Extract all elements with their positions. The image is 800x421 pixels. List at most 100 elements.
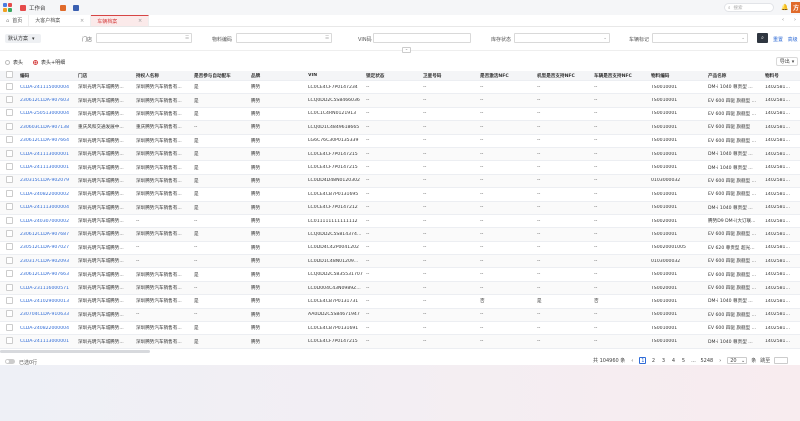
table-row[interactable]: 230612CLDA-907603 深圳光明汽车城腾势... 深圳腾势汽车销售有..… bbox=[0, 94, 800, 108]
record-code-link[interactable]: 230704CLDA-910633 bbox=[18, 312, 76, 317]
app-shortcut-1[interactable] bbox=[59, 4, 69, 11]
table-row[interactable]: 230704CLDA-910633 深圳光明汽车城腾势... -- -- 腾势 AA0DD… bbox=[0, 308, 800, 323]
table-row[interactable]: CLDA-241115000004 深圳光明汽车城腾势... 深圳腾势汽车销售有..… bbox=[0, 81, 800, 95]
row-checkbox[interactable] bbox=[6, 283, 13, 291]
page-5[interactable]: 5 bbox=[680, 357, 686, 364]
column-header[interactable]: VIN bbox=[306, 73, 364, 78]
scheme-select[interactable]: 默认方案 ▾ bbox=[5, 34, 41, 43]
table-row[interactable]: CLDA-241113000001 深圳光明汽车城腾势... 深圳腾势汽车销售有..… bbox=[0, 161, 800, 175]
record-code-link[interactable]: CLDA-240307000002 bbox=[18, 219, 76, 224]
row-checkbox[interactable] bbox=[6, 189, 13, 197]
avatar[interactable]: 方 bbox=[791, 2, 800, 13]
select-all-toggle[interactable] bbox=[5, 359, 15, 364]
select-all-checkbox[interactable] bbox=[6, 71, 13, 78]
page-ellipsis[interactable]: ... bbox=[690, 357, 696, 364]
search-button[interactable]: ⌕ bbox=[757, 33, 768, 43]
column-header[interactable]: 是否激活NFC bbox=[478, 73, 535, 79]
record-code-link[interactable]: CLDA-241115000004 bbox=[18, 85, 76, 90]
material-code-input[interactable]: ☰ bbox=[236, 33, 332, 43]
page-last[interactable]: 5248 bbox=[700, 357, 713, 364]
record-code-link[interactable]: CLDA-241029000013 bbox=[18, 299, 76, 304]
prev-page-icon[interactable]: ‹ bbox=[629, 357, 635, 364]
workbench-tab[interactable]: 工作台 bbox=[20, 4, 46, 12]
row-checkbox[interactable] bbox=[6, 310, 13, 318]
row-checkbox[interactable] bbox=[6, 256, 13, 264]
record-code-link[interactable]: 230603CLDA-907138 bbox=[18, 125, 76, 130]
bell-icon[interactable]: 🔔 bbox=[781, 4, 788, 11]
record-code-link[interactable]: CLDA-240822000002 bbox=[18, 192, 76, 197]
table-row[interactable]: CLDA-241029000013 深圳光明汽车城腾势... 深圳腾势汽车销售有..… bbox=[0, 295, 800, 309]
close-icon[interactable]: × bbox=[138, 18, 142, 24]
table-row[interactable]: CLDA-240822000004 深圳光明汽车城腾势... 深圳腾势汽车销售有..… bbox=[0, 322, 800, 336]
record-code-link[interactable]: 230612CLDA-907687 bbox=[18, 232, 76, 237]
row-checkbox[interactable] bbox=[6, 96, 13, 104]
stock-status-select[interactable]: ⌄ bbox=[514, 33, 610, 43]
record-code-link[interactable]: CLDA-241113000001 bbox=[18, 339, 76, 344]
column-header[interactable]: 物料号 bbox=[763, 73, 791, 79]
column-header[interactable]: 门店 bbox=[76, 73, 134, 79]
table-row[interactable]: 230512CLDA-907027 深圳光明汽车城腾势... -- -- 腾势 LC0DD… bbox=[0, 242, 800, 256]
global-search-input[interactable]: ⌕ 搜索 bbox=[724, 3, 774, 12]
row-checkbox[interactable] bbox=[6, 296, 13, 304]
record-code-link[interactable]: CLDA-250513000004 bbox=[18, 111, 76, 116]
column-header[interactable]: 卫星号码 bbox=[421, 73, 478, 79]
column-header[interactable]: 品牌 bbox=[249, 73, 306, 79]
record-code-link[interactable]: CLDA-240822000004 bbox=[18, 326, 76, 331]
table-row[interactable]: 230612CLDA-907663 深圳光明汽车城腾势... 深圳腾势汽车销售有..… bbox=[0, 268, 800, 282]
row-checkbox[interactable] bbox=[6, 176, 13, 184]
page-1[interactable]: 1 bbox=[639, 357, 647, 364]
page-2[interactable]: 2 bbox=[650, 357, 656, 364]
chevron-right-icon[interactable]: › bbox=[794, 17, 796, 23]
tab-vehicle-archive[interactable]: 车辆档案 × bbox=[91, 15, 150, 26]
table-row[interactable]: 230317CLDA-902093 深圳光明汽车城腾势... -- -- 腾势 LC0DD… bbox=[0, 255, 800, 269]
row-checkbox[interactable] bbox=[6, 122, 13, 130]
reset-button[interactable]: 重置 bbox=[773, 37, 783, 43]
table-row[interactable]: CLDA-241113000001 深圳光明汽车城腾势... 深圳腾势汽车销售有..… bbox=[0, 147, 800, 162]
row-checkbox[interactable] bbox=[6, 149, 13, 157]
row-checkbox[interactable] bbox=[6, 323, 13, 331]
record-code-link[interactable]: CLDA-241113000001 bbox=[18, 152, 76, 157]
record-code-link[interactable]: CLDA-231116000571 bbox=[18, 286, 76, 291]
table-row[interactable]: CLDA-241113000001 深圳光明汽车城腾势... 深圳腾势汽车销售有..… bbox=[0, 335, 800, 349]
tab-key-account[interactable]: 大客户档案 × bbox=[29, 15, 92, 26]
app-grid-icon[interactable] bbox=[3, 3, 12, 12]
record-code-link[interactable]: CLDA-241113000001 bbox=[18, 165, 76, 170]
header-radio[interactable]: 表头 bbox=[5, 59, 23, 66]
row-checkbox[interactable] bbox=[6, 270, 13, 278]
horizontal-scrollbar[interactable] bbox=[0, 350, 150, 353]
record-code-link[interactable]: 230317CLDA-902093 bbox=[18, 259, 76, 264]
row-checkbox[interactable] bbox=[6, 82, 13, 90]
next-page-icon[interactable]: › bbox=[717, 357, 723, 364]
app-shortcut-2[interactable] bbox=[72, 4, 82, 11]
table-row[interactable]: CLDA-240307000002 深圳光明汽车城腾势... -- -- 腾势 LC011… bbox=[0, 215, 800, 229]
table-row[interactable]: 230612CLDA-907664 深圳光明汽车城腾势... 深圳腾势汽车销售有..… bbox=[0, 135, 800, 148]
row-checkbox[interactable] bbox=[6, 243, 13, 251]
column-header[interactable]: 锁定状态 bbox=[364, 73, 421, 79]
jump-page-input[interactable] bbox=[774, 357, 789, 364]
page-4[interactable]: 4 bbox=[670, 357, 676, 364]
header-detail-radio[interactable]: 表头+明细 bbox=[33, 59, 65, 66]
tab-home[interactable]: ⌂ 首页 bbox=[0, 15, 30, 26]
column-header[interactable]: 持权人名称 bbox=[134, 73, 192, 79]
chevron-left-icon[interactable]: ‹ bbox=[782, 17, 784, 23]
page-3[interactable]: 3 bbox=[660, 357, 666, 364]
record-code-link[interactable]: 230612CLDA-907603 bbox=[18, 98, 76, 103]
export-button[interactable]: 导出 ▾ bbox=[776, 57, 798, 66]
record-code-link[interactable]: 230512CLDA-907027 bbox=[18, 245, 76, 250]
vehicle-tag-select[interactable]: ⌄ bbox=[652, 33, 748, 43]
row-checkbox[interactable] bbox=[6, 203, 13, 211]
table-row[interactable]: 230603CLDA-907138 重庆风和交通发展中... 重庆腾势汽车销售有..… bbox=[0, 121, 800, 135]
close-icon[interactable]: × bbox=[80, 18, 84, 24]
record-code-link[interactable]: 230612CLDA-907664 bbox=[18, 138, 76, 143]
column-header[interactable]: 机型是否支持NFC bbox=[535, 73, 592, 79]
table-row[interactable]: CLDA-241113000004 深圳光明汽车城腾势... 深圳腾势汽车销售有..… bbox=[0, 201, 800, 215]
table-row[interactable]: CLDA-250513000004 深圳光明汽车城腾势... 深圳腾势汽车销售有..… bbox=[0, 108, 800, 122]
record-code-link[interactable]: 230612CLDA-907663 bbox=[18, 272, 76, 277]
column-header[interactable]: 产品名称 bbox=[706, 73, 763, 79]
row-checkbox[interactable] bbox=[6, 229, 13, 237]
row-checkbox[interactable] bbox=[6, 216, 13, 224]
vin-input[interactable] bbox=[373, 33, 471, 43]
row-checkbox[interactable] bbox=[6, 109, 13, 117]
row-checkbox[interactable] bbox=[6, 337, 13, 345]
column-header[interactable]: 物料编码 bbox=[649, 73, 706, 79]
